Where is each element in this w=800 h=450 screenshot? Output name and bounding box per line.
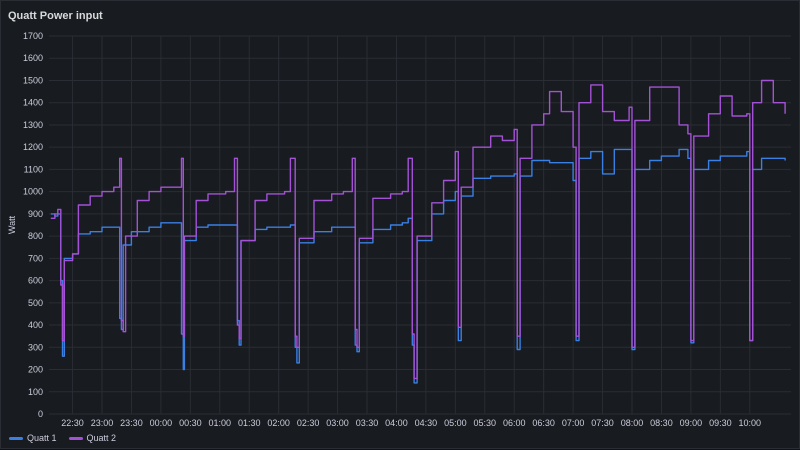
y-tick-label: 500 — [28, 298, 43, 308]
x-tick-label: 04:00 — [385, 418, 408, 428]
x-tick-label: 02:00 — [267, 418, 290, 428]
y-tick-label: 400 — [28, 320, 43, 330]
x-tick-label: 07:00 — [562, 418, 585, 428]
x-tick-label: 05:00 — [444, 418, 467, 428]
y-tick-label: 600 — [28, 276, 43, 286]
legend-item-quatt-1[interactable]: Quatt 1 — [9, 433, 57, 443]
x-tick-label: 09:00 — [680, 418, 703, 428]
x-tick-label: 00:30 — [179, 418, 202, 428]
x-tick-label: 23:30 — [120, 418, 143, 428]
x-tick-label: 02:30 — [297, 418, 320, 428]
x-tick-label: 08:30 — [650, 418, 673, 428]
y-tick-label: 1400 — [23, 98, 43, 108]
legend-label-quatt-1: Quatt 1 — [27, 433, 57, 443]
x-tick-label: 05:30 — [474, 418, 497, 428]
y-tick-label: 1300 — [23, 120, 43, 130]
x-tick-label: 01:00 — [209, 418, 232, 428]
y-tick-label: 700 — [28, 253, 43, 263]
y-tick-label: 300 — [28, 342, 43, 352]
x-tick-label: 01:30 — [238, 418, 261, 428]
y-tick-label: 200 — [28, 365, 43, 375]
x-tick-label: 03:30 — [356, 418, 379, 428]
legend-swatch-quatt-2 — [68, 436, 83, 440]
y-tick-label: 100 — [28, 387, 43, 397]
x-tick-label: 10:00 — [739, 418, 762, 428]
y-tick-label: 1500 — [23, 75, 43, 85]
x-tick-label: 04:30 — [415, 418, 438, 428]
x-tick-label: 08:00 — [621, 418, 644, 428]
x-tick-label: 03:00 — [326, 418, 349, 428]
y-tick-label: 1200 — [23, 142, 43, 152]
y-tick-label: 1600 — [23, 53, 43, 63]
x-tick-label: 23:00 — [91, 418, 114, 428]
x-tick-label: 00:00 — [150, 418, 173, 428]
y-tick-label: 0 — [38, 409, 43, 419]
x-tick-label: 22:30 — [61, 418, 84, 428]
y-axis-label: Watt — [7, 215, 17, 234]
legend-swatch-quatt-1 — [9, 436, 23, 440]
legend-item-quatt-2[interactable]: Quatt 2 — [68, 433, 117, 443]
x-tick-label: 06:30 — [532, 418, 555, 428]
x-tick-label: 06:00 — [503, 418, 526, 428]
y-tick-label: 1000 — [23, 187, 43, 197]
power-line-chart[interactable]: 0 100 200 300 400 500 600 700 800 900 1000 1100 1200… — [1, 1, 800, 450]
y-tick-label: 900 — [28, 209, 43, 219]
legend-label-quatt-2: Quatt 2 — [86, 433, 117, 443]
y-tick-label: 1100 — [24, 164, 43, 174]
chart-panel: Quatt Power input 0 100 200 300 400 500 600 700… — [0, 0, 800, 449]
legend: Quatt 1 Quatt 2 — [9, 433, 116, 443]
y-tick-label: 1700 — [23, 31, 43, 41]
x-tick-label: 09:30 — [709, 418, 732, 428]
y-tick-label: 800 — [28, 231, 43, 241]
x-tick-label: 07:30 — [591, 418, 614, 428]
